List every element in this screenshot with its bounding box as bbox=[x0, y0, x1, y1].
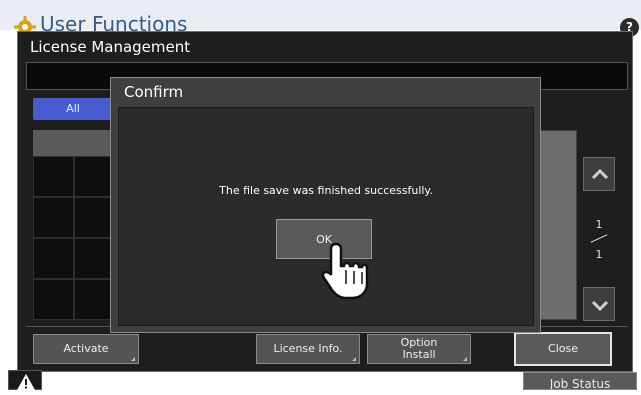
hand-pointer-icon bbox=[321, 242, 369, 300]
job-status-button[interactable]: Job Status bbox=[523, 372, 637, 390]
list-cell bbox=[74, 279, 115, 320]
tab-all[interactable]: All bbox=[33, 98, 113, 120]
close-label: Close bbox=[548, 342, 578, 355]
scroll-down-button[interactable] bbox=[583, 287, 615, 321]
dialog-message: The file save was finished successfully. bbox=[219, 184, 433, 197]
submenu-corner-icon bbox=[352, 357, 356, 361]
list-cell bbox=[33, 238, 74, 279]
list-cell bbox=[33, 197, 74, 238]
option-install-button[interactable]: Option Install bbox=[367, 334, 471, 364]
window-title: License Management bbox=[30, 38, 191, 56]
warning-button[interactable] bbox=[8, 370, 42, 390]
chevron-up-icon bbox=[591, 168, 609, 180]
scroll-up-button[interactable] bbox=[583, 157, 615, 191]
license-info-button[interactable]: License Info. bbox=[256, 334, 360, 364]
page-total: 1 bbox=[595, 248, 603, 261]
submenu-corner-icon bbox=[463, 357, 467, 361]
activate-button[interactable]: Activate bbox=[33, 334, 139, 364]
page-indicator: 1 1 bbox=[583, 216, 615, 264]
submenu-corner-icon bbox=[131, 357, 135, 361]
page-divider bbox=[590, 234, 608, 243]
list-header bbox=[33, 130, 115, 156]
list-right-column bbox=[540, 130, 577, 320]
activate-label: Activate bbox=[63, 342, 109, 355]
close-button[interactable]: Close bbox=[514, 332, 612, 366]
license-info-label: License Info. bbox=[273, 342, 343, 355]
list-cell bbox=[33, 279, 74, 320]
dialog-title: Confirm bbox=[124, 83, 184, 101]
list-cell bbox=[74, 197, 115, 238]
option-install-label-line2: Install bbox=[402, 348, 436, 361]
list-cell bbox=[74, 156, 115, 197]
chevron-down-icon bbox=[591, 300, 609, 312]
list-cell bbox=[33, 156, 74, 197]
warning-icon bbox=[17, 374, 35, 390]
list-cell bbox=[74, 238, 115, 279]
page-current: 1 bbox=[595, 218, 603, 231]
